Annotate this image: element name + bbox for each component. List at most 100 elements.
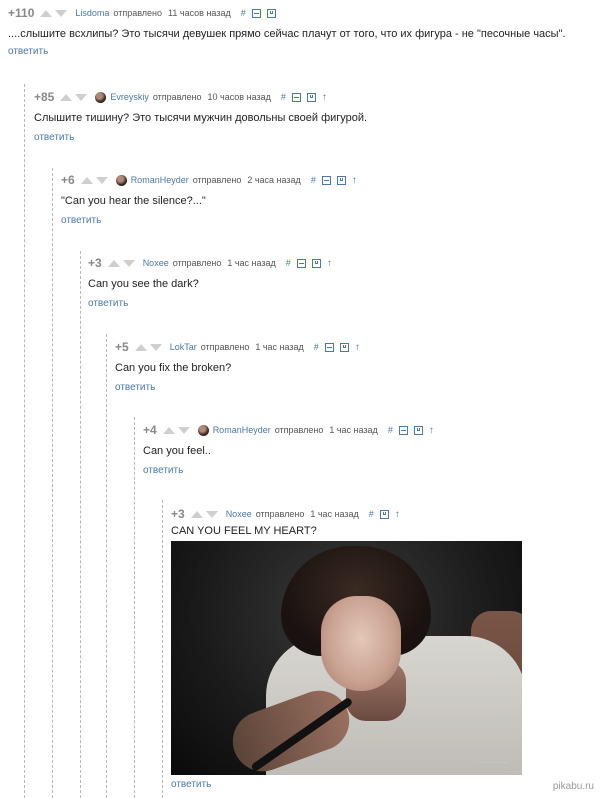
vote-down-icon[interactable]	[149, 343, 162, 351]
reply-link[interactable]: ответить	[61, 215, 101, 226]
vote-down-icon[interactable]	[75, 93, 88, 101]
author-link[interactable]: Evreyskiy	[110, 92, 149, 102]
collapse-icon[interactable]	[321, 175, 331, 185]
collapse-icon[interactable]	[324, 342, 334, 352]
collapse-icon[interactable]	[251, 8, 261, 18]
collapse-icon[interactable]	[398, 425, 408, 435]
parent-arrow-icon[interactable]: ↑	[327, 258, 332, 269]
thread-line-2	[52, 168, 53, 798]
parent-arrow-icon[interactable]: ↑	[322, 92, 327, 103]
timestamp: 11 часов назад	[168, 8, 231, 18]
reply-link[interactable]: ответить	[88, 298, 128, 309]
rating: +110	[8, 6, 35, 20]
comment-text: "Can you hear the silence?..."	[61, 195, 206, 207]
comment-1: +85 Evreyskiy отправлено 10 часов назад …	[34, 90, 594, 148]
thread-line-6	[162, 500, 163, 798]
comment-2: +6 RomanHeyder отправлено 2 часа назад #…	[61, 173, 591, 231]
author-link[interactable]: Noxee	[226, 509, 252, 519]
author-link[interactable]: Noxee	[143, 258, 169, 268]
sent-label: отправлено	[172, 258, 222, 268]
save-icon[interactable]	[339, 342, 349, 352]
comment-3: +3 Noxee отправлено 1 час назад # ↑ Can …	[88, 256, 588, 314]
collapse-icon[interactable]	[296, 258, 306, 268]
sent-label: отправлено	[192, 175, 242, 185]
timestamp: 1 час назад	[329, 425, 378, 435]
timestamp: 1 час назад	[310, 509, 359, 519]
vote-up-icon[interactable]	[134, 343, 147, 351]
comment-header: +6 RomanHeyder отправлено 2 часа назад #…	[61, 173, 361, 187]
rating: +85	[34, 90, 55, 104]
author-link[interactable]: RomanHeyder	[131, 175, 189, 185]
vote-down-icon[interactable]	[122, 259, 135, 267]
save-icon[interactable]	[336, 175, 346, 185]
save-icon[interactable]	[266, 8, 276, 18]
timestamp: 1 час назад	[227, 258, 276, 268]
vote-up-icon[interactable]	[80, 176, 93, 184]
author-link[interactable]: RomanHeyder	[213, 425, 271, 435]
parent-arrow-icon[interactable]: ↑	[352, 175, 357, 186]
author-link[interactable]: LokTar	[170, 342, 197, 352]
comment-header: +3 Noxee отправлено 1 час назад # ↑	[88, 256, 336, 270]
avatar[interactable]	[95, 91, 107, 103]
vote-up-icon[interactable]	[107, 259, 120, 267]
hash-link-icon[interactable]: #	[241, 8, 246, 18]
comment-header: +110 Lisdoma отправлено 11 часов назад #	[8, 6, 282, 20]
timestamp: 2 часа назад	[247, 175, 301, 185]
thread-line-3	[80, 251, 81, 798]
comment-image[interactable]	[171, 541, 522, 775]
vote-down-icon[interactable]	[55, 9, 68, 17]
hash-link-icon[interactable]: #	[388, 425, 393, 435]
reply-link[interactable]: ответить	[34, 132, 74, 143]
thread-line-1	[24, 84, 25, 798]
face	[321, 596, 401, 691]
hash-link-icon[interactable]: #	[286, 258, 291, 268]
comment-text: CAN YOU FEEL MY HEART?	[171, 525, 317, 537]
save-icon[interactable]	[379, 509, 389, 519]
comment-header: +85 Evreyskiy отправлено 10 часов назад …	[34, 90, 331, 104]
hash-link-icon[interactable]: #	[369, 509, 374, 519]
sent-label: отправлено	[255, 509, 305, 519]
comment-text: Can you fix the broken?	[115, 362, 232, 374]
parent-arrow-icon[interactable]: ↑	[355, 342, 360, 353]
vote-down-icon[interactable]	[95, 176, 108, 184]
comment-5: +4 RomanHeyder отправлено 1 час назад # …	[143, 423, 583, 481]
vote-up-icon[interactable]	[40, 9, 53, 17]
parent-arrow-icon[interactable]: ↑	[429, 425, 434, 436]
comment-4: +5 LokTar отправлено 1 час назад # ↑ Can…	[115, 340, 585, 398]
photo-signature	[478, 746, 508, 763]
avatar[interactable]	[197, 424, 209, 436]
hash-link-icon[interactable]: #	[281, 92, 286, 102]
reply-link[interactable]: ответить	[143, 465, 183, 476]
sent-label: отправлено	[113, 8, 163, 18]
reply-link[interactable]: ответить	[171, 779, 211, 790]
author-link[interactable]: Lisdoma	[75, 8, 109, 18]
comment-header: +4 RomanHeyder отправлено 1 час назад # …	[143, 423, 438, 437]
reply-link[interactable]: ответить	[115, 382, 155, 393]
hash-link-icon[interactable]: #	[311, 175, 316, 185]
vote-up-icon[interactable]	[190, 510, 203, 518]
comment-header: +3 Noxee отправлено 1 час назад # ↑	[171, 507, 404, 521]
comment-0: +110 Lisdoma отправлено 11 часов назад #…	[8, 6, 598, 64]
sent-label: отправлено	[274, 425, 324, 435]
vote-down-icon[interactable]	[205, 510, 218, 518]
vote-up-icon[interactable]	[162, 426, 175, 434]
thread-line-5	[134, 417, 135, 798]
save-icon[interactable]	[311, 258, 321, 268]
reply-link[interactable]: ответить	[8, 46, 48, 57]
save-icon[interactable]	[413, 425, 423, 435]
vote-down-icon[interactable]	[177, 426, 190, 434]
avatar[interactable]	[115, 174, 127, 186]
timestamp: 10 часов назад	[207, 92, 271, 102]
comment-text: ....слышите всхлипы? Это тысячи девушек …	[8, 28, 566, 40]
collapse-icon[interactable]	[291, 92, 301, 102]
rating: +5	[115, 340, 129, 354]
timestamp: 1 час назад	[255, 342, 304, 352]
hash-link-icon[interactable]: #	[314, 342, 319, 352]
parent-arrow-icon[interactable]: ↑	[395, 509, 400, 520]
thread-line-4	[106, 334, 107, 798]
comment-text: Can you see the dark?	[88, 278, 199, 290]
rating: +3	[171, 507, 185, 521]
vote-up-icon[interactable]	[60, 93, 73, 101]
watermark: pikabu.ru	[552, 781, 594, 792]
save-icon[interactable]	[306, 92, 316, 102]
